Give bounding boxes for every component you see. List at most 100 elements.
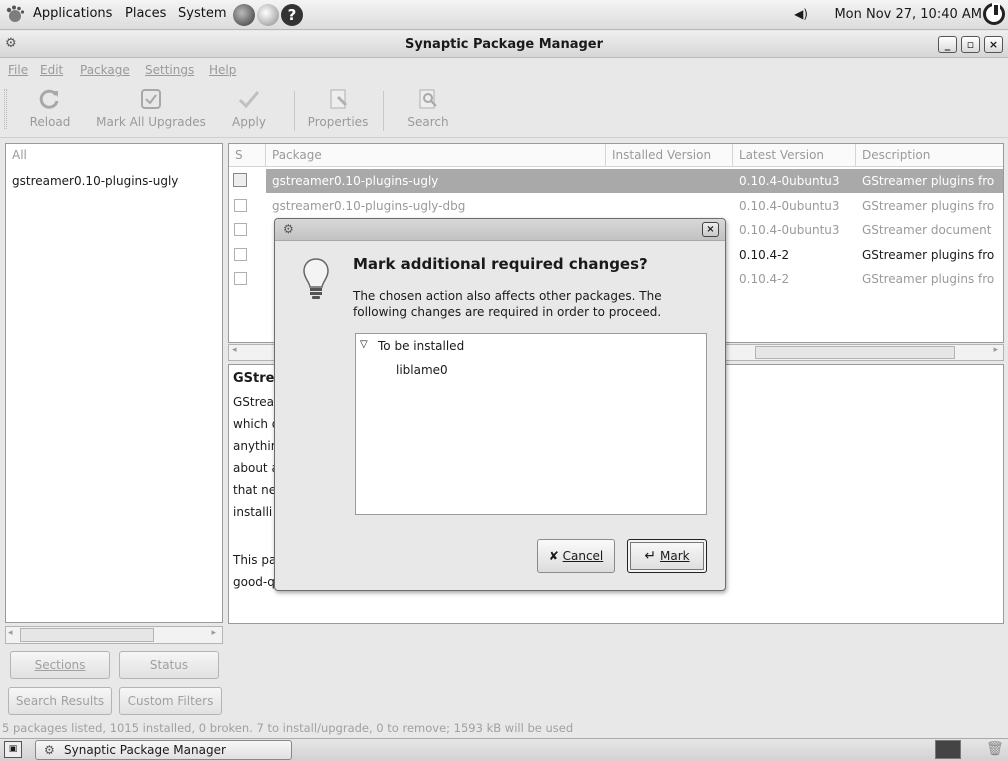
package-name: gstreamer0.10-plugins-ugly [266, 169, 606, 193]
menu-settings[interactable]: Settings [145, 63, 194, 77]
synaptic-icon: ⚙ [44, 743, 55, 757]
mark-checkbox[interactable] [234, 272, 247, 285]
column-installed-version[interactable]: Installed Version [606, 144, 733, 167]
filter-all[interactable]: All [12, 148, 27, 162]
mark-checkbox[interactable] [234, 199, 247, 212]
description-line: GStrea [233, 395, 275, 409]
search-label: Search [407, 115, 449, 129]
column-installed-label: Installed Version [612, 148, 712, 162]
menu-file[interactable]: File [8, 63, 28, 77]
mark-all-label: Mark All Upgrades [96, 115, 206, 129]
tree-group-label[interactable]: To be installed [378, 339, 464, 353]
clock[interactable]: Mon Nov 27, 10:40 AM [834, 7, 982, 22]
properties-label: Properties [307, 115, 369, 129]
system-menu[interactable]: System [178, 6, 226, 21]
column-latest-version[interactable]: Latest Version [733, 144, 856, 167]
close-button[interactable]: × [984, 36, 1003, 53]
mark-all-upgrades-button[interactable]: Mark All Upgrades [90, 87, 212, 129]
column-description[interactable]: Description [856, 144, 1003, 167]
scroll-left-arrow-icon[interactable]: ◂ [232, 345, 237, 355]
custom-filters-button[interactable]: Custom Filters [119, 687, 222, 715]
properties-button[interactable]: Properties [303, 87, 373, 129]
scroll-right-arrow-icon[interactable]: ▸ [993, 345, 998, 355]
description-line: good-q [233, 575, 275, 589]
cancel-button[interactable]: ✘ Cancel [537, 539, 615, 573]
description: GStreamer plugins fro [862, 199, 995, 213]
gnome-foot-icon[interactable] [4, 4, 26, 26]
menu-edit[interactable]: Edit [40, 63, 63, 77]
window-title: Synaptic Package Manager [404, 37, 604, 52]
top-panel: Applications Places System ? ◀) Mon Nov … [0, 0, 1008, 30]
description-line: This pa [233, 553, 277, 567]
reload-label: Reload [29, 115, 71, 129]
status-button[interactable]: Status [119, 651, 219, 679]
taskbar-window-button[interactable]: ⚙ Synaptic Package Manager [35, 740, 292, 760]
lightbulb-icon [303, 258, 329, 299]
description: GStreamer plugins fro [862, 272, 995, 286]
latest-version: 0.10.4-2 [739, 248, 790, 262]
menu-help[interactable]: Help [209, 63, 236, 77]
column-latest-label: Latest Version [739, 148, 825, 162]
filter-horizontal-scrollbar[interactable]: ◂ ▸ [5, 626, 223, 644]
show-desktop-icon[interactable]: ▣ [4, 741, 22, 758]
filter-list[interactable]: All gstreamer0.10-plugins-ugly [5, 143, 223, 623]
applications-menu[interactable]: Applications [33, 6, 112, 21]
trash-icon[interactable]: 🗑 [986, 741, 1004, 757]
maximize-button[interactable]: ▫ [961, 36, 980, 53]
package-scroll-thumb[interactable] [755, 346, 955, 359]
latest-version: 0.10.4-0ubuntu3 [733, 169, 856, 193]
expander-down-icon[interactable]: ▽ [360, 339, 368, 350]
apply-check-icon [238, 91, 260, 109]
apply-label: Apply [232, 115, 266, 129]
status-text: 5 packages listed, 1015 installed, 0 bro… [2, 721, 574, 735]
dialog-close-button[interactable]: × [702, 222, 719, 237]
window-titlebar[interactable]: ⚙ Synaptic Package Manager _ ▫ × [0, 31, 1008, 58]
table-row[interactable]: gstreamer0.10-plugins-ugly-dbg 0.10.4-0u… [229, 194, 1003, 218]
menu-package[interactable]: Package [80, 63, 130, 77]
mark-button[interactable]: ↵ Mark [627, 539, 707, 573]
description-line: that ne [233, 483, 277, 497]
custom-filters-label: Custom Filters [127, 694, 214, 708]
mark-checkbox[interactable] [234, 248, 247, 261]
minimize-button[interactable]: _ [938, 36, 957, 53]
tree-package-item[interactable]: liblame0 [396, 363, 448, 377]
mark-checkbox[interactable] [234, 223, 247, 236]
dialog-titlebar[interactable]: ⚙ × [275, 219, 725, 241]
search-results-button[interactable]: Search Results [8, 687, 112, 715]
scroll-right-arrow-icon[interactable]: ▸ [211, 628, 216, 638]
filter-scroll-thumb[interactable] [20, 628, 154, 642]
column-description-label: Description [862, 148, 931, 162]
power-icon[interactable] [983, 3, 1005, 25]
apply-button[interactable]: Apply [229, 87, 269, 129]
toolbar-separator [383, 91, 384, 131]
table-row[interactable]: gstreamer0.10-plugins-ugly 0.10.4-0ubunt… [229, 169, 1003, 193]
required-changes-tree[interactable]: ▽ To be installed liblame0 [355, 333, 707, 515]
install-status-icon[interactable] [233, 173, 247, 187]
installed-version [606, 169, 733, 193]
return-arrow-icon: ↵ [644, 548, 657, 564]
latest-version: 0.10.4-0ubuntu3 [739, 199, 840, 213]
volume-icon[interactable]: ◀) [794, 7, 808, 21]
toolbar-grip[interactable] [4, 89, 7, 129]
status-bar: 5 packages listed, 1015 installed, 0 bro… [0, 719, 1008, 737]
scroll-left-arrow-icon[interactable]: ◂ [8, 628, 13, 638]
web-browser-icon[interactable] [233, 4, 255, 26]
help-icon[interactable]: ? [281, 4, 303, 26]
sections-button[interactable]: Sections [10, 651, 110, 679]
latest-version: 0.10.4-0ubuntu3 [739, 223, 840, 237]
description-line: installi [233, 505, 273, 519]
toolbar: Reload Mark All Upgrades Apply Propertie… [0, 83, 1008, 138]
column-status[interactable]: S [229, 144, 266, 167]
latest-version: 0.10.4-2 [739, 272, 790, 286]
description: GStreamer plugins fro [856, 169, 1003, 193]
search-button[interactable]: Search [400, 87, 456, 129]
reload-button[interactable]: Reload [24, 87, 76, 129]
description-line: anythin [233, 439, 279, 453]
places-menu[interactable]: Places [125, 6, 166, 21]
mail-icon[interactable] [257, 4, 279, 26]
workspace-switcher[interactable] [935, 740, 961, 759]
column-package[interactable]: Package [266, 144, 606, 167]
filter-gstreamer-plugins-ugly[interactable]: gstreamer0.10-plugins-ugly [12, 174, 178, 188]
dialog-app-icon: ⚙ [283, 222, 294, 236]
description-line: which d [233, 417, 280, 431]
